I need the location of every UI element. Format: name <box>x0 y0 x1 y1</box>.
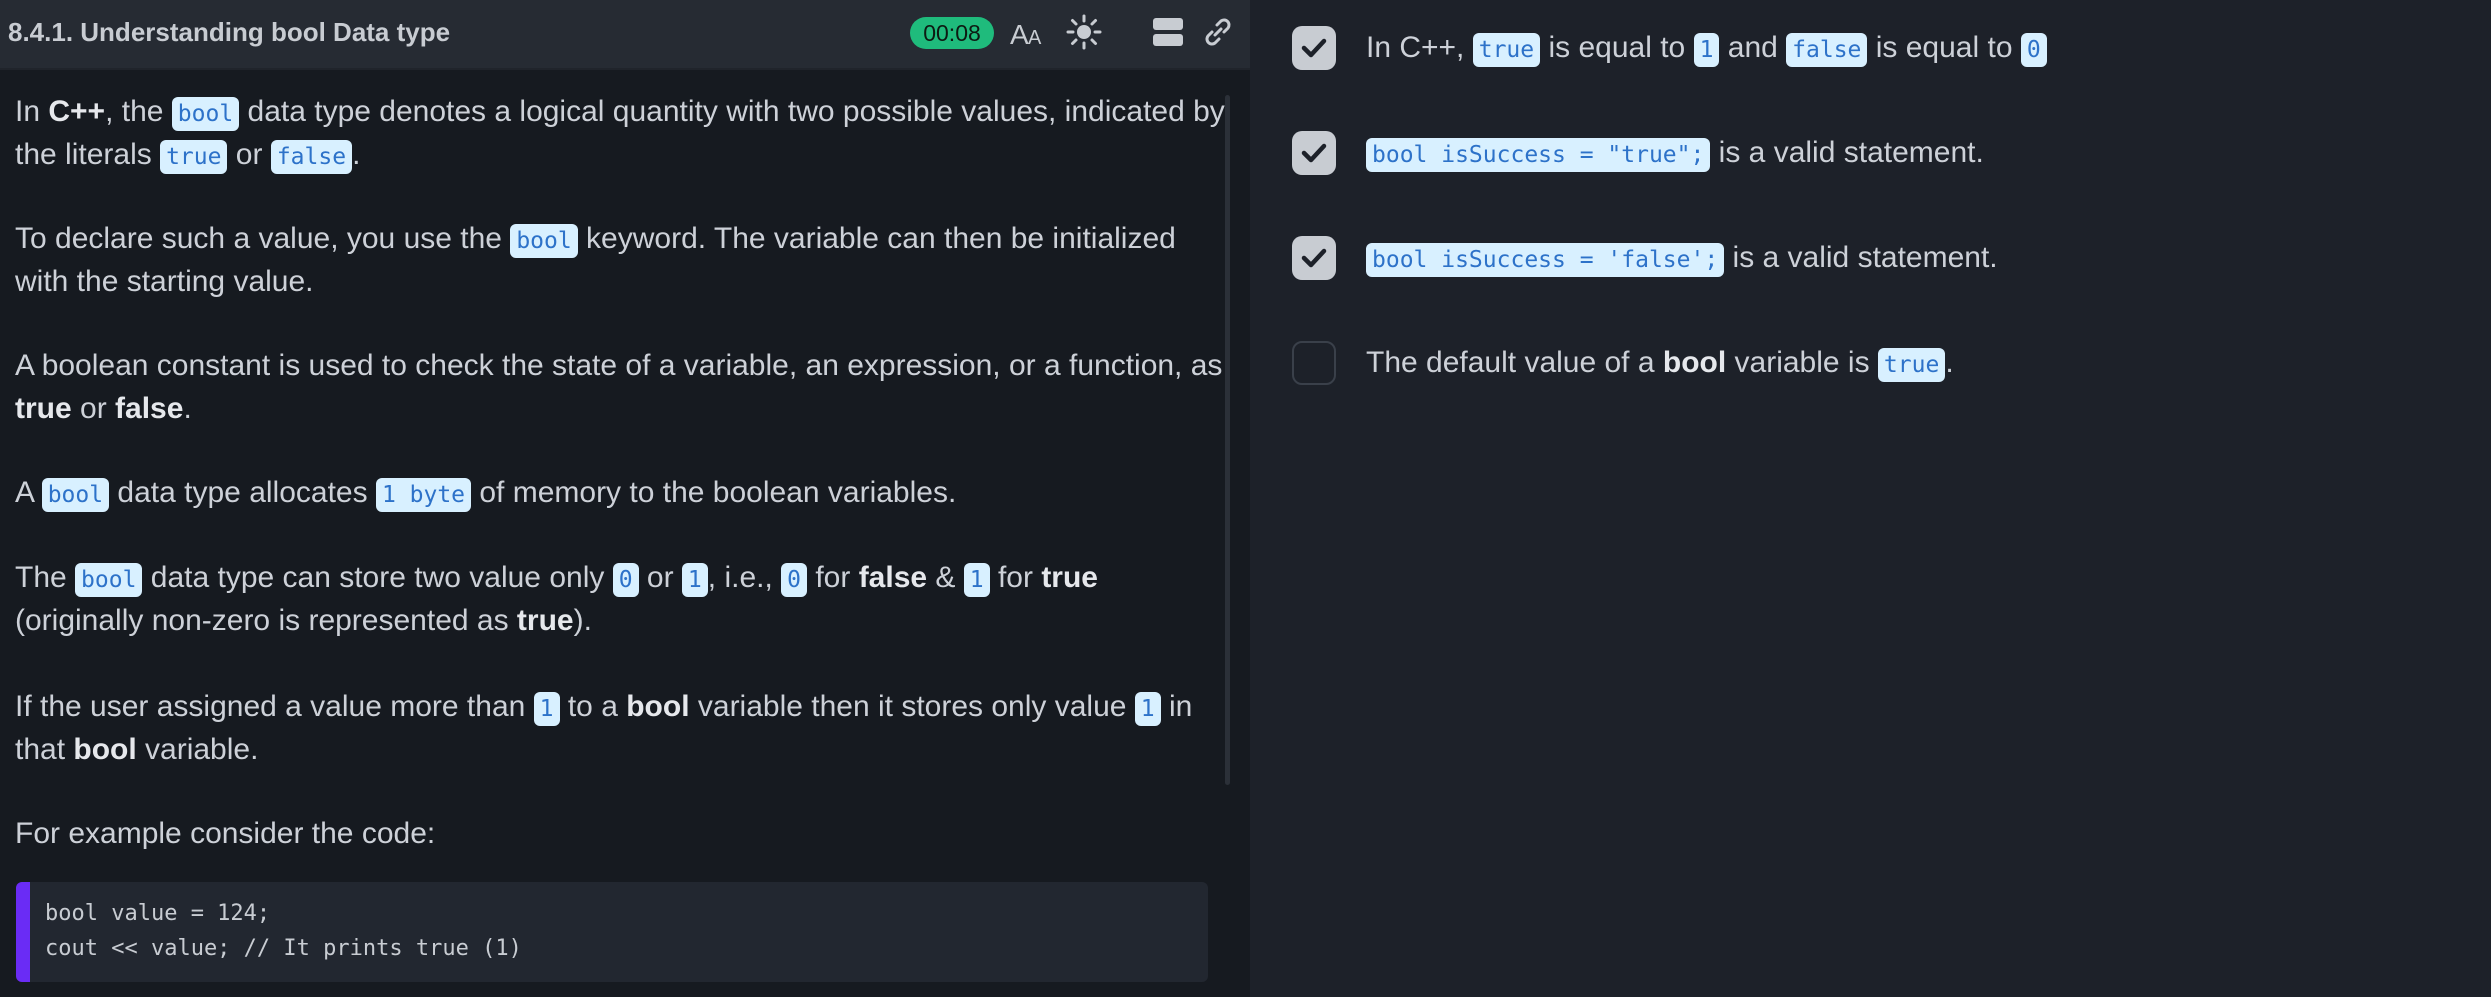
inline-code: bool isSuccess = 'false'; <box>1366 243 1725 277</box>
option-2[interactable]: bool isSuccess = "true"; is a valid stat… <box>1292 131 2472 191</box>
inline-code: 1 <box>1693 33 1720 67</box>
inline-code: 0 <box>781 563 807 597</box>
option-text: bool isSuccess = "true"; is a valid stat… <box>1366 135 1984 172</box>
svg-text:A: A <box>1028 27 1042 49</box>
paragraph-6: If the user assigned a value more than 1… <box>15 690 1193 766</box>
lesson-header: 8.4.1. Understanding bool Data type 00:0… <box>0 0 1250 70</box>
inline-code: bool <box>41 478 110 512</box>
inline-code: 0 <box>2020 33 2047 67</box>
code-text: bool value = 124; cout << value; // It p… <box>45 896 522 966</box>
question-panel: In C++, true is equal to 1 and false is … <box>1250 0 2491 997</box>
code-block: bool value = 124; cout << value; // It p… <box>16 882 1208 982</box>
svg-text:A: A <box>1010 19 1029 50</box>
inline-code: false <box>270 140 353 174</box>
checkbox-checked[interactable] <box>1292 236 1336 280</box>
inline-code: true <box>1877 348 1946 382</box>
code-accent-bar <box>16 882 30 982</box>
inline-code: bool <box>171 97 240 131</box>
option-text: The default value of a bool variable is … <box>1366 345 1954 382</box>
page-title: 8.4.1. Understanding bool Data type <box>8 17 451 47</box>
timer-badge: 00:08 <box>910 17 994 49</box>
inline-code: bool <box>510 224 578 258</box>
inline-code: false <box>1786 33 1868 67</box>
paragraph-4: A bool data type allocates 1 byte of mem… <box>15 471 956 514</box>
code-line: cout << value; // It prints true (1) <box>45 936 522 961</box>
learning-panel: 8.4.1. Understanding bool Data type 00:0… <box>0 0 1250 997</box>
paragraph-5: The bool data type can store two value o… <box>15 561 1098 637</box>
inline-code: 1 <box>681 563 708 597</box>
inline-code: bool isSuccess = "true"; <box>1366 138 1711 172</box>
inline-code: 0 <box>612 563 639 597</box>
paragraph-1: In C++, the bool data type denotes a log… <box>15 90 1225 176</box>
inline-code: 1 <box>963 563 990 597</box>
link-icon[interactable] <box>1198 12 1238 52</box>
option-4[interactable]: The default value of a bool variable is … <box>1292 341 2472 401</box>
option-1[interactable]: In C++, true is equal to 1 and false is … <box>1292 26 2472 86</box>
inline-code: true <box>160 140 228 174</box>
option-text: bool isSuccess = 'false'; is a valid sta… <box>1366 240 1998 277</box>
theme-icon[interactable] <box>1064 12 1104 52</box>
checkmark-icon <box>1301 143 1327 163</box>
checkbox-checked[interactable] <box>1292 131 1336 175</box>
checkbox-checked[interactable] <box>1292 26 1336 70</box>
paragraph-2: To declare such a value, you use the boo… <box>15 222 1176 298</box>
option-3[interactable]: bool isSuccess = 'false'; is a valid sta… <box>1292 236 2472 296</box>
layout-icon[interactable] <box>1148 12 1188 52</box>
scrollbar[interactable] <box>1225 95 1230 785</box>
checkmark-icon <box>1301 38 1327 58</box>
inline-code: 1 <box>1134 692 1161 726</box>
checkmark-icon <box>1301 248 1327 268</box>
option-text: In C++, true is equal to 1 and false is … <box>1366 30 2047 67</box>
paragraph-3: A boolean constant is used to check the … <box>15 349 1223 425</box>
inline-code: bool <box>75 563 143 597</box>
code-line: bool value = 124; <box>45 901 271 926</box>
font-size-icon[interactable]: AA <box>1008 12 1048 52</box>
inline-code: 1 byte <box>375 478 472 512</box>
paragraph-7: For example consider the code: <box>15 817 436 850</box>
inline-code: 1 <box>533 692 560 726</box>
inline-code: true <box>1472 33 1541 67</box>
checkbox-unchecked[interactable] <box>1292 341 1336 385</box>
